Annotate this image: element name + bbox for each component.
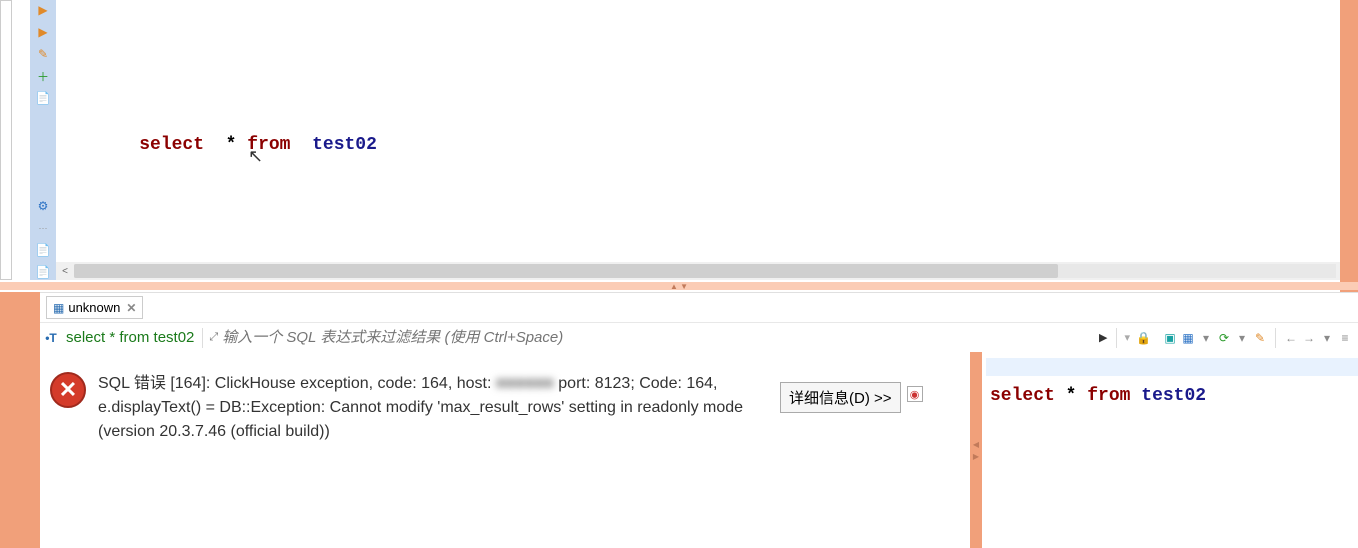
identifier: test02	[1141, 386, 1206, 406]
editor-gutter	[12, 0, 30, 280]
divider	[1116, 328, 1117, 348]
refresh-icon[interactable]: ⟳	[1217, 331, 1231, 345]
more-icon[interactable]: ⋯	[35, 220, 51, 236]
expand-icon[interactable]: ⤢	[209, 331, 218, 344]
more-icon[interactable]: ≡	[1338, 331, 1352, 345]
tab-unknown[interactable]: ▦ unknown ✕	[46, 296, 143, 319]
arrow-right-icon[interactable]: →	[1302, 331, 1316, 345]
tab-label: unknown	[68, 300, 120, 315]
star: *	[226, 135, 237, 155]
filter-input[interactable]	[220, 329, 1093, 346]
drop-icon[interactable]: ▾	[1235, 331, 1249, 345]
nav-play-icon[interactable]: ▶	[1097, 331, 1109, 344]
left-collapsed-panel	[0, 0, 12, 280]
divider	[202, 328, 203, 348]
editor-line: select * from test02	[96, 112, 1348, 134]
preview-line: select * from test02	[986, 376, 1358, 406]
highlight-bar	[986, 358, 1358, 376]
edit-icon[interactable]: ✎	[1253, 331, 1267, 345]
editor-horizontal-scrollbar[interactable]: < >	[56, 262, 1354, 280]
script-icon[interactable]: 📄	[35, 90, 51, 106]
results-toolbar: ▣ ▦ ▾ ⟳ ▾ ✎ ← → ▾ ≡	[1157, 328, 1358, 348]
editor-icon-strip: ▶ ▶ ✎ ＋ 📄 ⚙ ⋯ 📄 📄	[30, 0, 56, 280]
results-filter-bar: •T select * from test02 ⤢ ▶ ▾ 🔒 ▣ ▦ ▾ ⟳ …	[40, 322, 1358, 352]
gear-icon[interactable]: ⚙	[35, 198, 51, 214]
add-icon[interactable]: ＋	[35, 68, 51, 84]
cursor-arrow-icon: ↖	[248, 146, 263, 167]
sql-preview-panel: select * from test02	[982, 352, 1358, 548]
drop-icon[interactable]: ▾	[1320, 331, 1334, 345]
columns-icon[interactable]: ▣	[1163, 331, 1177, 345]
arrow-left-icon[interactable]: ←	[1284, 331, 1298, 345]
keyword: from	[1087, 386, 1130, 406]
page1-icon[interactable]: 📄	[35, 242, 51, 258]
keyword: select	[139, 135, 204, 155]
page2-icon[interactable]: 📄	[35, 264, 51, 280]
close-icon[interactable]: ✕	[126, 301, 136, 315]
scroll-left-icon[interactable]: <	[56, 262, 74, 280]
run-icon[interactable]: ▶	[35, 2, 51, 18]
error-message: SQL 错误 [164]: ClickHouse exception, code…	[98, 372, 768, 444]
results-tab-bar: ▦ unknown ✕	[40, 292, 1358, 322]
run-new-icon[interactable]: ▶	[35, 24, 51, 40]
scroll-thumb[interactable]	[74, 264, 1058, 278]
editor-line	[96, 50, 1348, 72]
identifier: test02	[312, 135, 377, 155]
query-text[interactable]: select * from test02	[62, 329, 198, 346]
results-error-panel: ✕ SQL 错误 [164]: ClickHouse exception, co…	[40, 352, 970, 548]
star: *	[1066, 386, 1077, 406]
horizontal-sash[interactable]: ▲ ▼	[0, 282, 1358, 290]
lock-icon[interactable]: 🔒	[1134, 331, 1153, 345]
vertical-sash[interactable]: ◀▶	[970, 352, 982, 548]
detail-button[interactable]: 详细信息(D) >>	[780, 382, 901, 413]
scroll-track[interactable]	[74, 264, 1336, 278]
editor-right-border	[1340, 0, 1358, 292]
nav-down-icon[interactable]: ▾	[1123, 331, 1133, 344]
drop-icon[interactable]: ▾	[1199, 331, 1213, 345]
stop-icon[interactable]: ◉	[907, 386, 923, 402]
sql-icon[interactable]: •T	[40, 331, 62, 345]
keyword: select	[990, 386, 1055, 406]
redacted-host: ■■■■■■	[496, 372, 554, 396]
grid-icon[interactable]: ▦	[1181, 331, 1195, 345]
divider	[1275, 328, 1276, 348]
error-icon: ✕	[50, 372, 86, 408]
sql-editor[interactable]: select * from test02 CREATE TABLE `defau…	[56, 0, 1348, 262]
edit-script-icon[interactable]: ✎	[35, 46, 51, 62]
record-nav: ▶ ▾ 🔒	[1097, 328, 1153, 348]
grid-icon: ▦	[53, 301, 64, 315]
